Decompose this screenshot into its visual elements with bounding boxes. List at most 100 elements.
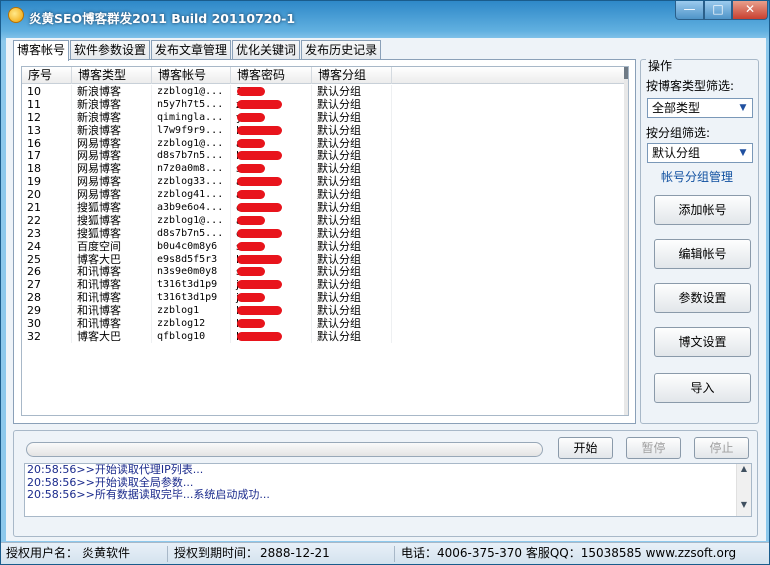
add-account-button[interactable]: 添加帐号 bbox=[654, 195, 751, 225]
cell-blog-type: 网易博客 bbox=[72, 136, 152, 150]
col-header-blog-type[interactable]: 博客类型 bbox=[72, 67, 152, 84]
cell-blog-type: 新浪博客 bbox=[72, 110, 152, 124]
table-row[interactable]: 16网易博客zzblog1@...a默认分组 bbox=[22, 136, 628, 150]
import-button[interactable]: 导入 bbox=[654, 373, 751, 403]
start-button[interactable]: 开始 bbox=[558, 437, 613, 459]
cell-blog-type: 博客大巴 bbox=[72, 329, 152, 343]
table-row[interactable]: 23搜狐博客d8s7b7n5...e默认分组 bbox=[22, 226, 628, 240]
tab-keywords[interactable]: 优化关键词 bbox=[232, 40, 301, 60]
cell-group: 默认分组 bbox=[312, 188, 392, 202]
post-settings-button[interactable]: 博文设置 bbox=[654, 327, 751, 357]
cell-account: n5y7h7t5... bbox=[152, 97, 231, 111]
table-row[interactable]: 21搜狐博客a3b9e6o4...e默认分组 bbox=[22, 201, 628, 214]
col-header-index[interactable]: 序号 bbox=[22, 67, 72, 84]
tab-blog-accounts[interactable]: 博客帐号 bbox=[13, 40, 70, 61]
group-filter-select[interactable]: 默认分组 ▼ bbox=[647, 143, 753, 163]
scroll-up-icon[interactable]: ▲ bbox=[737, 464, 751, 478]
cell-filler bbox=[392, 110, 627, 124]
cell-password: j bbox=[231, 291, 312, 305]
list-scroll-thumb[interactable] bbox=[624, 67, 628, 79]
redaction-mark bbox=[237, 112, 265, 122]
log-scrollbar[interactable]: ▲ ▼ bbox=[736, 464, 751, 516]
table-row[interactable]: 26和讯博客n3s9e0m0y8s默认分组 bbox=[22, 265, 628, 279]
table-row[interactable]: 29和讯博客zzblog1l默认分组 bbox=[22, 304, 628, 318]
table-row[interactable]: 22搜狐博客zzblog1@...a默认分组 bbox=[22, 213, 628, 227]
redaction-mark bbox=[237, 138, 265, 148]
cell-index: 20 bbox=[22, 188, 72, 202]
cell-password: a bbox=[231, 175, 312, 189]
col-header-account[interactable]: 博客帐号 bbox=[152, 67, 231, 84]
cell-index: 13 bbox=[22, 123, 72, 137]
table-row[interactable]: 32博客大巴qfblog10h默认分组 bbox=[22, 329, 628, 343]
scroll-track[interactable] bbox=[737, 478, 751, 500]
table-row[interactable]: 18网易博客n7z0a0m8...s默认分组 bbox=[22, 162, 628, 176]
cell-blog-type: 新浪博客 bbox=[72, 85, 152, 98]
table-row[interactable]: 20网易博客zzblog41...a默认分组 bbox=[22, 188, 628, 202]
cell-account: n3s9e0m0y8 bbox=[152, 265, 231, 279]
tab-software-params[interactable]: 软件参数设置 bbox=[70, 40, 151, 60]
cell-group: 默认分组 bbox=[312, 252, 392, 266]
cell-filler bbox=[392, 188, 627, 202]
log-line: 20:58:56>>所有数据读取完毕...系统启动成功... bbox=[27, 488, 270, 501]
pause-button[interactable]: 暂停 bbox=[626, 437, 681, 459]
log-output[interactable]: 20:58:56>>开始读取代理IP列表... 20:58:56>>开始读取全局… bbox=[24, 463, 752, 517]
stop-button[interactable]: 停止 bbox=[694, 437, 749, 459]
scroll-down-icon[interactable]: ▼ bbox=[737, 500, 751, 514]
contact-info: 电话：4006-375-370 客服QQ：15038585 www.zzsoft… bbox=[401, 546, 737, 560]
table-row[interactable]: 17网易博客d8s7b7n5...l默认分组 bbox=[22, 149, 628, 163]
group-manage-link[interactable]: 帐号分组管理 bbox=[661, 168, 733, 185]
cell-index: 24 bbox=[22, 239, 72, 253]
cell-blog-type: 网易博客 bbox=[72, 188, 152, 202]
minimize-button[interactable]: — bbox=[675, 1, 704, 20]
table-row[interactable]: 25博客大巴e9s8d5f5r3k默认分组 bbox=[22, 252, 628, 266]
maximize-button[interactable]: □ bbox=[704, 1, 732, 20]
tab-publish-history[interactable]: 发布历史记录 bbox=[301, 40, 382, 60]
cell-index: 32 bbox=[22, 329, 72, 343]
cell-password: y bbox=[231, 110, 312, 124]
cell-filler bbox=[392, 304, 627, 318]
cell-blog-type: 和讯博客 bbox=[72, 265, 152, 279]
param-settings-button[interactable]: 参数设置 bbox=[654, 283, 751, 313]
table-row[interactable]: 12新浪博客qimingla...y默认分组 bbox=[22, 110, 628, 124]
cell-blog-type: 网易博客 bbox=[72, 149, 152, 163]
cell-index: 16 bbox=[22, 136, 72, 150]
chevron-down-icon: ▼ bbox=[739, 103, 747, 113]
col-header-password[interactable]: 博客密码 bbox=[231, 67, 312, 84]
cell-blog-type: 网易博客 bbox=[72, 175, 152, 189]
group-filter-label: 按分组筛选: bbox=[646, 126, 711, 140]
table-row[interactable]: 24百度空间b0u4c0m8y6s默认分组 bbox=[22, 239, 628, 253]
cell-filler bbox=[392, 226, 627, 240]
table-row[interactable]: 13新浪博客l7w9f9r9...l默认分组 bbox=[22, 123, 628, 137]
cell-index: 27 bbox=[22, 278, 72, 292]
table-row[interactable]: 27和讯博客t316t3d1p9j默认分组 bbox=[22, 278, 628, 292]
table-row[interactable]: 11新浪博客n5y7h7t5...z默认分组 bbox=[22, 97, 628, 111]
cell-group: 默认分组 bbox=[312, 123, 392, 137]
list-scrollbar[interactable] bbox=[624, 67, 628, 415]
status-divider bbox=[167, 546, 168, 562]
cell-account: zzblog1@... bbox=[152, 136, 231, 150]
cell-index: 11 bbox=[22, 97, 72, 111]
close-button[interactable]: ✕ bbox=[732, 1, 768, 20]
cell-blog-type: 搜狐博客 bbox=[72, 201, 152, 214]
expire-value: 2888-12-21 bbox=[260, 546, 330, 560]
col-header-group[interactable]: 博客分组 bbox=[312, 67, 392, 84]
cell-group: 默认分组 bbox=[312, 149, 392, 163]
cell-index: 22 bbox=[22, 213, 72, 227]
license-user-value: 炎黄软件 bbox=[82, 546, 131, 560]
cell-filler bbox=[392, 97, 627, 111]
table-row[interactable]: 19网易博客zzblog33...a默认分组 bbox=[22, 175, 628, 189]
type-filter-select[interactable]: 全部类型 ▼ bbox=[647, 98, 753, 118]
edit-account-button[interactable]: 编辑帐号 bbox=[654, 239, 751, 269]
table-row[interactable]: 30和讯博客zzblog12l默认分组 bbox=[22, 317, 628, 330]
cell-filler bbox=[392, 201, 627, 214]
table-row[interactable]: 10新浪博客zzblog1@...1默认分组 bbox=[22, 85, 628, 98]
tab-article-manage[interactable]: 发布文章管理 bbox=[151, 40, 232, 60]
log-line: 20:58:56>>开始读取代理IP列表... bbox=[27, 463, 204, 476]
cell-account: zzblog1@... bbox=[152, 213, 231, 227]
title-bar[interactable]: 炎黄SEO博客群发2011 Build 20110720-1 — □ ✕ bbox=[1, 1, 769, 31]
table-row[interactable]: 28和讯博客t316t3d1p9j默认分组 bbox=[22, 291, 628, 305]
status-bar: 授权用户名： 炎黄软件 授权到期时间： 2888-12-21 电话：4006-3… bbox=[1, 542, 769, 564]
cell-filler bbox=[392, 265, 627, 279]
cell-password: l bbox=[231, 123, 312, 137]
account-list[interactable]: 序号 博客类型 博客帐号 博客密码 博客分组 10 新浪博客 zzblog1@...… bbox=[21, 66, 629, 416]
